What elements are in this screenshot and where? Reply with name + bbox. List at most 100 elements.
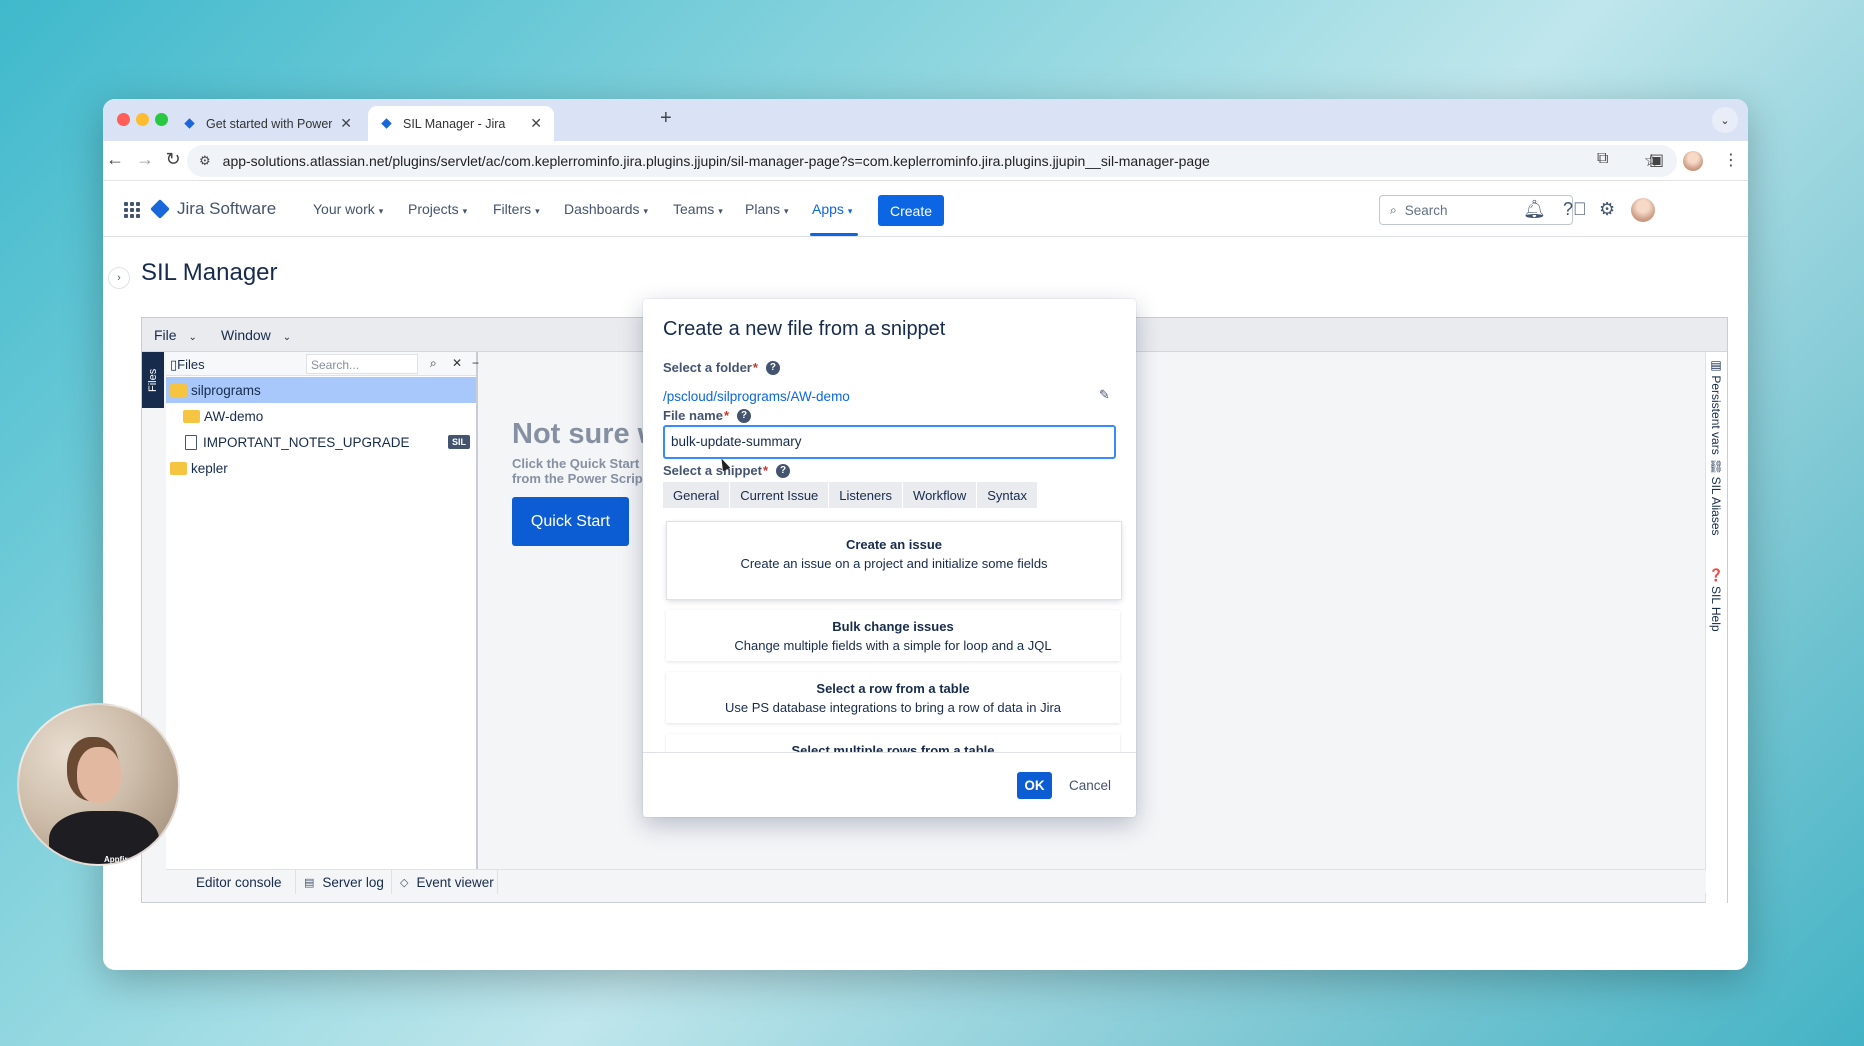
menu-file[interactable]: File ⌄ — [154, 327, 197, 343]
person-head — [77, 747, 121, 803]
browser-menu-icon[interactable]: ⋮ — [1723, 150, 1739, 170]
webcam-overlay: Appfire — [17, 703, 180, 866]
tab-persistent-vars[interactable]: ▤ Persistent vars — [1709, 358, 1723, 455]
snippet-list: Create an issue Create an issue on a pro… — [643, 519, 1136, 752]
tab-current-issue[interactable]: Current Issue — [730, 482, 830, 508]
cancel-button[interactable]: Cancel — [1069, 778, 1111, 793]
collapse-icon[interactable]: − — [472, 356, 479, 370]
snippet-card-select-multiple-rows[interactable]: Select multiple rows from a table — [666, 734, 1120, 752]
snippet-title: Select a row from a table — [816, 681, 970, 696]
tab-sil-help[interactable]: ❓ SIL Help — [1709, 568, 1723, 632]
snippet-title: Create an issue — [845, 537, 943, 552]
files-search-input[interactable]: Search... — [306, 354, 418, 374]
folder-icon — [170, 383, 187, 397]
filename-label: File name * ? — [663, 408, 752, 423]
menu-window[interactable]: Window ⌄ — [221, 327, 291, 343]
snippet-desc: Change multiple fields with a simple for… — [734, 638, 1052, 653]
tab-general[interactable]: General — [663, 482, 731, 508]
sil-badge: SIL — [447, 435, 470, 449]
active-nav-indicator — [810, 233, 858, 236]
new-tab-button[interactable]: + — [660, 107, 672, 130]
close-icon[interactable]: ✕ — [340, 115, 352, 132]
nav-dashboards[interactable]: Dashboards ▾ — [564, 201, 648, 217]
edit-pencil-icon[interactable]: ✎ — [1099, 387, 1110, 403]
help-icon[interactable]: ?⃝ — [1563, 199, 1587, 220]
browser-tab-sil-manager[interactable]: SIL Manager - Jira ✕ — [368, 106, 554, 141]
tab-server-log[interactable]: ▤ Server log — [296, 870, 392, 894]
log-icon: ▤ — [304, 876, 315, 889]
minimize-window-button[interactable] — [136, 113, 149, 126]
app-switcher-icon[interactable] — [124, 202, 140, 218]
chevron-down-icon: ▾ — [643, 206, 649, 216]
search-icon[interactable]: ⌕ — [430, 356, 437, 371]
product-name: Jira Software — [177, 199, 277, 218]
nav-plans[interactable]: Plans ▾ — [745, 201, 789, 217]
tree-item-label: kepler — [191, 460, 228, 476]
folder-icon — [183, 409, 200, 423]
link-icon: ⛓ — [1709, 458, 1723, 477]
snippet-title: Bulk change issues — [832, 619, 954, 634]
folder-label: Select a folder * ? — [663, 360, 780, 375]
nav-your-work[interactable]: Your work ▾ — [313, 201, 383, 217]
chevron-down-icon: ▾ — [784, 206, 789, 216]
files-panel: ▯Files Search... ⌕ ✕ − silprograms AW-de… — [166, 352, 479, 869]
jira-top-nav: Jira Software Your work ▾ Projects ▾ Filte… — [103, 181, 1748, 237]
jira-logo[interactable]: Jira Software — [150, 199, 277, 219]
help-icon[interactable]: ? — [776, 463, 791, 478]
folder-path-link[interactable]: /pscloud/silprograms/AW-demo — [663, 389, 850, 404]
empty-state-heading: Not sure w — [512, 418, 661, 450]
notifications-bell-icon[interactable]: 🔔︎ — [1523, 199, 1546, 220]
tab-search-chevron-icon[interactable]: ⌄ — [1712, 107, 1738, 133]
folder-icon — [170, 461, 187, 475]
snippet-card-create-issue[interactable]: Create an issue Create an issue on a pro… — [667, 522, 1121, 599]
tab-workflow[interactable]: Workflow — [903, 482, 978, 508]
files-side-tab[interactable]: Files — [142, 352, 164, 408]
clear-icon[interactable]: ✕ — [452, 356, 462, 370]
site-settings-icon[interactable]: ⚙ — [199, 153, 211, 169]
nav-filters[interactable]: Filters ▾ — [493, 201, 540, 217]
help-icon[interactable]: ? — [737, 408, 752, 423]
extensions-icon[interactable]: ⧉ — [1597, 150, 1608, 168]
tree-item-aw-demo[interactable]: AW-demo — [166, 403, 476, 429]
filename-input[interactable]: bulk-update-summary — [663, 425, 1116, 459]
tab-event-viewer[interactable]: ◇ Event viewer — [392, 870, 498, 894]
nav-teams[interactable]: Teams ▾ — [673, 201, 723, 217]
chevron-down-icon: ⌄ — [282, 332, 292, 343]
tab-sil-aliases[interactable]: ⛓ SIL Aliases — [1709, 458, 1723, 536]
snippet-card-select-row[interactable]: Select a row from a table Use PS databas… — [666, 672, 1120, 723]
user-avatar[interactable] — [1631, 198, 1655, 222]
zoom-window-button[interactable] — [155, 113, 168, 126]
tab-syntax[interactable]: Syntax — [977, 482, 1039, 508]
create-button[interactable]: Create — [878, 195, 944, 226]
snippet-card-bulk-change[interactable]: Bulk change issues Change multiple field… — [666, 610, 1120, 661]
address-bar[interactable]: ⚙ app-solutions.atlassian.net/plugins/se… — [187, 145, 1677, 177]
back-arrow-icon[interactable]: ← — [103, 149, 127, 170]
tree-item-silprograms[interactable]: silprograms — [166, 377, 476, 403]
ok-button[interactable]: OK — [1017, 772, 1052, 799]
tab-listeners[interactable]: Listeners — [829, 482, 904, 508]
forward-arrow-icon[interactable]: → — [133, 149, 157, 170]
browser-window: Get started with PowerScript ✕ SIL Manag… — [103, 99, 1748, 970]
tree-item-label: silprograms — [191, 382, 261, 398]
nav-projects[interactable]: Projects ▾ — [408, 201, 467, 217]
quick-start-button[interactable]: Quick Start — [512, 497, 629, 546]
close-icon[interactable]: ✕ — [530, 115, 542, 132]
help-icon[interactable]: ? — [765, 360, 780, 375]
file-icon — [185, 434, 197, 450]
close-window-button[interactable] — [117, 113, 130, 126]
sidebar-expand-chevron-icon[interactable]: › — [109, 268, 129, 288]
profile-avatar[interactable] — [1683, 151, 1703, 171]
nav-apps[interactable]: Apps ▾ — [812, 201, 852, 217]
jira-diamond-icon — [184, 118, 195, 129]
page-title: SIL Manager — [141, 259, 278, 286]
chevron-down-icon: ▾ — [847, 206, 853, 216]
browser-tab-strip: Get started with PowerScript ✕ SIL Manag… — [103, 99, 1748, 141]
browser-tab-powerscript[interactable]: Get started with PowerScript ✕ — [171, 106, 364, 141]
tree-item-important-notes[interactable]: IMPORTANT_NOTES_UPGRADE SIL — [166, 429, 476, 455]
chevron-down-icon: ▾ — [718, 206, 723, 216]
settings-gear-icon[interactable]: ⚙ — [1599, 199, 1615, 220]
tree-item-kepler[interactable]: kepler — [166, 455, 476, 481]
sidebar-icon[interactable]: ▣ — [1649, 150, 1664, 170]
reload-icon[interactable]: ↻ — [161, 149, 185, 170]
tab-editor-console[interactable]: Editor console — [166, 870, 296, 894]
